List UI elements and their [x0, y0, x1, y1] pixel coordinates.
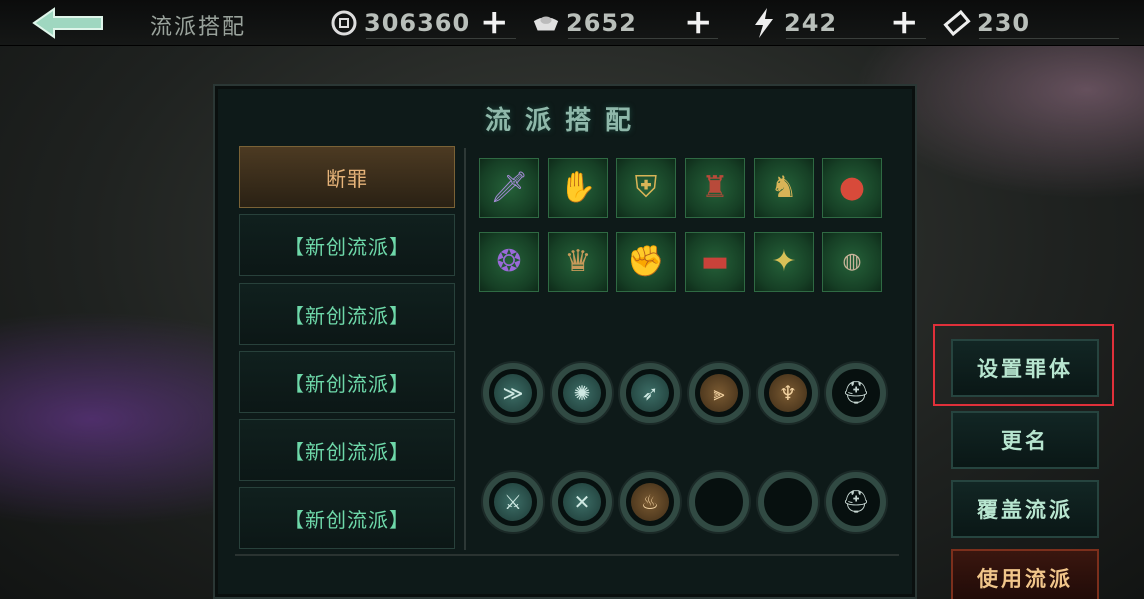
- coin-amount: 306360: [364, 9, 471, 37]
- equip-slot-charm[interactable]: ✦: [754, 232, 814, 292]
- cross-skill-icon: ✕: [563, 483, 601, 521]
- add-energy-button[interactable]: +: [890, 2, 919, 42]
- build-item-new-1[interactable]: 【新创流派】: [239, 214, 455, 276]
- equip-slot-cloak[interactable]: ♜: [685, 158, 745, 218]
- build-item-new-4[interactable]: 【新创流派】: [239, 419, 455, 481]
- equip-slot-belt[interactable]: ▬: [685, 232, 745, 292]
- panel-title: 流派搭配: [484, 106, 645, 136]
- currency-ingot: 2652 +: [532, 2, 718, 42]
- skill-slot-4[interactable]: ⫸: [689, 363, 749, 423]
- equip-slot-amulet[interactable]: ❂: [479, 232, 539, 292]
- orb-icon: ●: [838, 170, 866, 205]
- skill-slot-12[interactable]: ⛑: [826, 472, 886, 532]
- build-item-new-5[interactable]: 【新创流派】: [239, 487, 455, 549]
- ingot-icon: [532, 9, 560, 37]
- equip-slot-robe[interactable]: ♛: [548, 232, 608, 292]
- equip-slot-ring[interactable]: ◍: [822, 232, 882, 292]
- skill-slot-8[interactable]: ✕: [552, 472, 612, 532]
- belt-icon: ▬: [700, 244, 730, 279]
- wind-skill-icon: ✺: [563, 374, 601, 412]
- empty-slot: [769, 483, 807, 521]
- charm-icon: ✦: [771, 244, 797, 279]
- equip-slot-bracer[interactable]: ✊: [616, 232, 676, 292]
- ticket-icon: [943, 9, 971, 37]
- mask-icon: ⛑: [842, 489, 870, 515]
- equip-slot-orb[interactable]: ●: [822, 158, 882, 218]
- rename-button[interactable]: 更名: [951, 411, 1099, 469]
- amulet-icon: ❂: [496, 244, 522, 279]
- skill-slot-2[interactable]: ✺: [552, 363, 612, 423]
- currency-ticket: 230: [943, 6, 1123, 40]
- cloak-icon: ♜: [701, 170, 729, 205]
- back-arrow-icon[interactable]: [30, 7, 106, 39]
- equip-slot-spear[interactable]: 🗡: [479, 158, 539, 218]
- spear-icon: 🗡: [489, 170, 529, 205]
- coin-icon: [330, 9, 358, 37]
- bottom-divider: [235, 554, 899, 556]
- robe-icon: ♛: [564, 244, 592, 279]
- claw-skill-icon: ≫: [494, 374, 532, 412]
- armor-icon: ⛨: [634, 170, 658, 205]
- empty-slot: [700, 483, 738, 521]
- ring-icon: ◍: [842, 249, 862, 274]
- ticket-amount: 230: [977, 9, 1031, 37]
- overwrite-build-button[interactable]: 覆盖流派: [951, 480, 1099, 538]
- top-bar: 流派搭配 306360 + 2652 + 242 + 230: [0, 0, 1144, 46]
- page-title: 流派搭配: [150, 15, 247, 40]
- skill-slot-9[interactable]: ♨: [620, 472, 680, 532]
- energy-amount: 242: [784, 9, 838, 37]
- currency-coin: 306360 +: [330, 2, 516, 42]
- spike-skill-icon: ♆: [769, 374, 807, 412]
- currency-energy: 242 +: [750, 2, 926, 42]
- build-item-new-3[interactable]: 【新创流派】: [239, 351, 455, 413]
- build-item-new-2[interactable]: 【新创流派】: [239, 283, 455, 345]
- use-build-button[interactable]: 使用流派: [951, 549, 1099, 599]
- skill-slot-10[interactable]: [689, 472, 749, 532]
- skill-slot-7[interactable]: ⚔: [483, 472, 543, 532]
- equip-slot-gauntlet[interactable]: ✋: [548, 158, 608, 218]
- bracer-icon: ✊: [627, 244, 665, 279]
- flame-skill-icon: ♨: [631, 483, 669, 521]
- add-coin-button[interactable]: +: [480, 2, 509, 42]
- add-ingot-button[interactable]: +: [684, 2, 713, 42]
- skill-slot-3[interactable]: ➶: [620, 363, 680, 423]
- skill-slot-5[interactable]: ♆: [758, 363, 818, 423]
- build-panel: 流派搭配 断罪 【新创流派】 【新创流派】 【新创流派】 【新创流派】 【新创流…: [213, 84, 917, 599]
- ingot-amount: 2652: [566, 9, 637, 37]
- equip-slot-leg-armor[interactable]: ♞: [754, 158, 814, 218]
- skill-slot-6[interactable]: ⛑: [826, 363, 886, 423]
- gauntlet-icon: ✋: [559, 170, 597, 205]
- skill-slot-1[interactable]: ≫: [483, 363, 543, 423]
- sword-skill-icon: ⚔: [494, 483, 532, 521]
- leg-armor-icon: ♞: [770, 170, 798, 205]
- divider: [464, 148, 466, 550]
- skill-slot-11[interactable]: [758, 472, 818, 532]
- slash-skill-icon: ⫸: [700, 374, 738, 412]
- dash-skill-icon: ➶: [631, 374, 669, 412]
- mask-icon: ⛑: [842, 380, 870, 406]
- lightning-icon: [750, 8, 778, 38]
- build-item-duanzui[interactable]: 断罪: [239, 146, 455, 208]
- set-body-button[interactable]: 设置罪体: [951, 339, 1099, 397]
- equip-slot-armor[interactable]: ⛨: [616, 158, 676, 218]
